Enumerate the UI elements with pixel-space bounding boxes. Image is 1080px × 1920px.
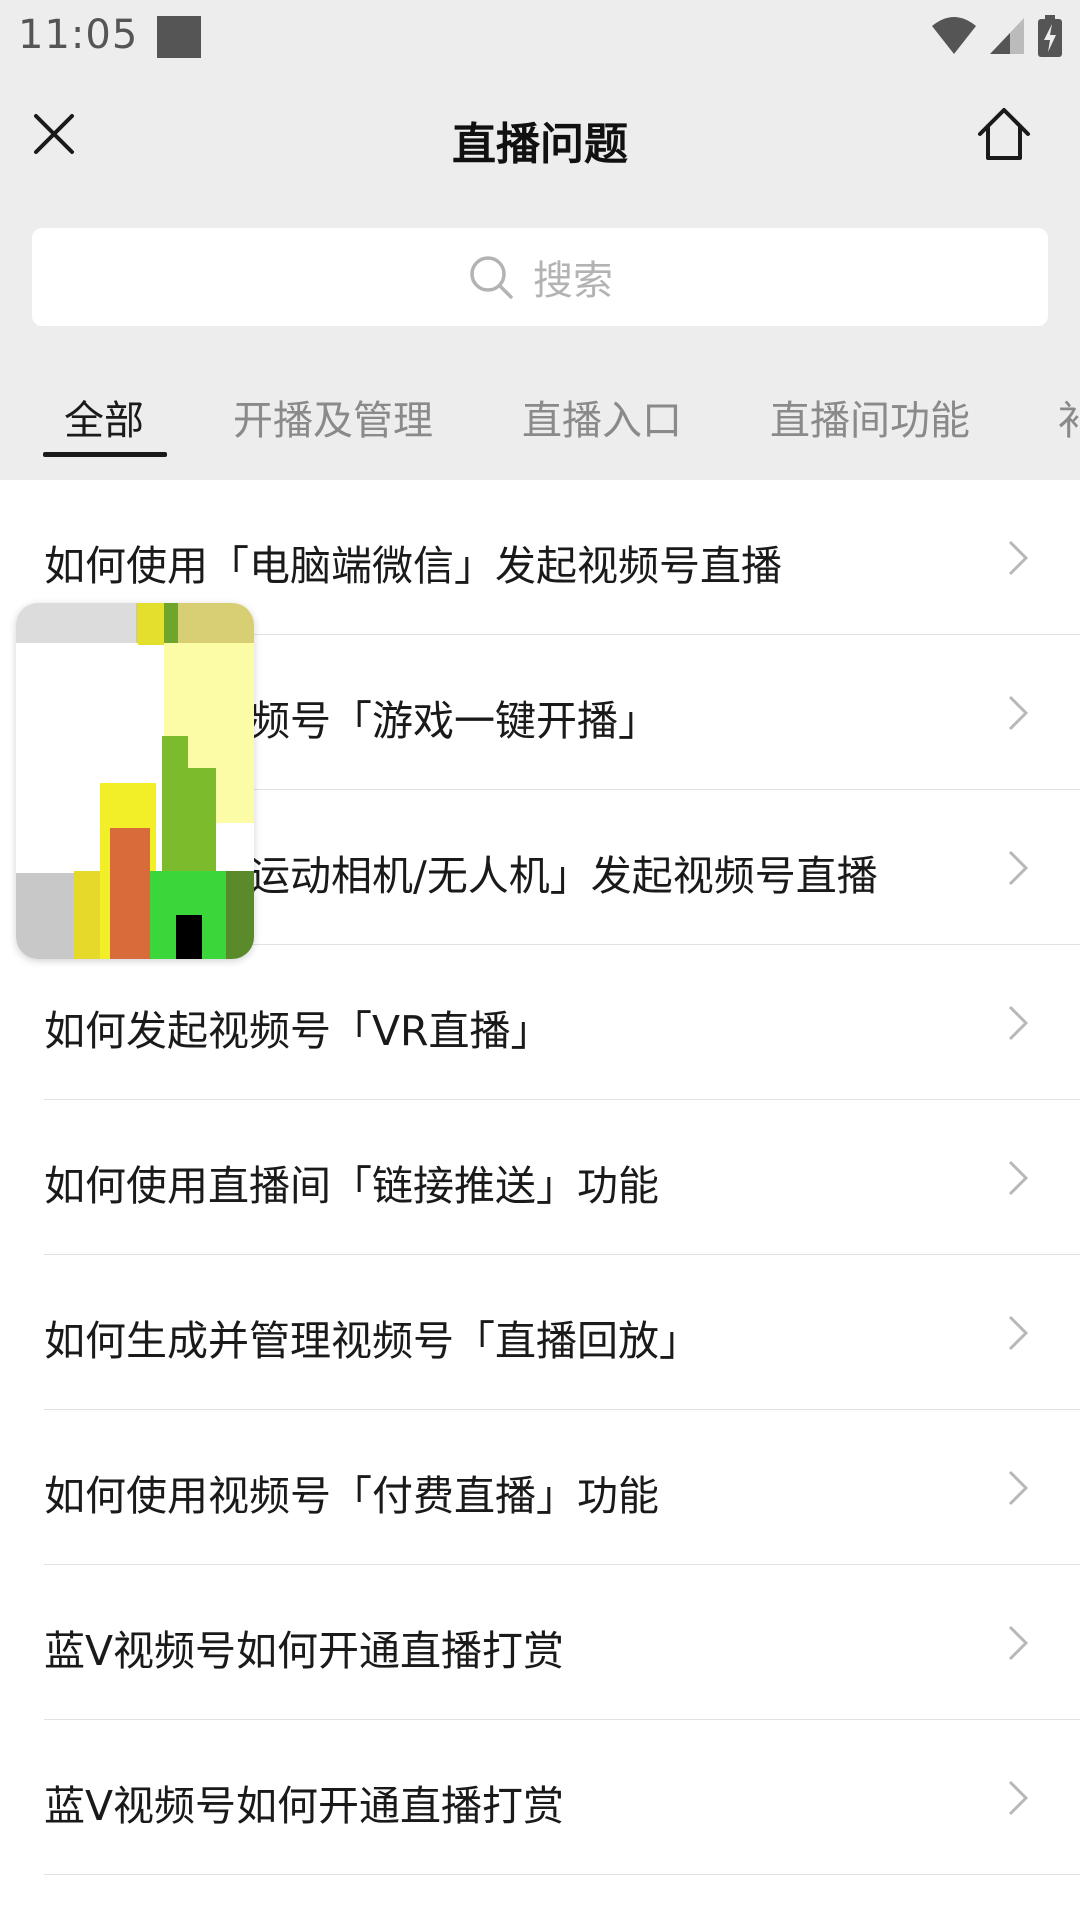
active-tab-indicator (43, 452, 167, 457)
nav-bar: 直播问题 (0, 78, 1080, 198)
search-input[interactable]: 搜索 (32, 228, 1048, 326)
list-item[interactable]: 蓝V视频号如何开通直播打赏 (0, 1720, 1080, 1875)
list-item-label: 蓝V视频号如何开通直播打赏 (44, 1782, 565, 1830)
search-placeholder: 搜索 (533, 258, 613, 304)
list-item[interactable]: 如何使用直播间「链接推送」功能 (0, 1100, 1080, 1255)
status-icons (932, 14, 1062, 58)
tab-all[interactable]: 全部 (64, 388, 144, 446)
cellular-signal-icon (990, 18, 1024, 54)
chevron-right-icon (1008, 695, 1029, 731)
list-item-label: 如何使用直播间「链接推送」功能 (44, 1162, 659, 1210)
battery-charging-icon (1038, 15, 1062, 57)
chevron-right-icon (1008, 1160, 1029, 1196)
video-thumbnail (16, 603, 254, 959)
chevron-right-icon (1008, 1470, 1029, 1506)
tab-live-room-features[interactable]: 直播间功能 (770, 388, 970, 446)
list-item-label: 如何使用「电脑端微信」发起视频号直播 (44, 542, 782, 590)
status-bar: 11:05 (0, 0, 1080, 78)
list-item[interactable]: 蓝V视频号如何开通直播打赏 (0, 1565, 1080, 1720)
chevron-right-icon (1008, 1780, 1029, 1816)
chevron-right-icon (1008, 1005, 1029, 1041)
home-icon (978, 108, 1030, 160)
list-item[interactable]: 如何使用视频号「付费直播」功能 (0, 1410, 1080, 1565)
page-title: 直播问题 (452, 119, 628, 170)
list-item-label: 蓝V视频号如何开通直播打赏 (44, 1627, 565, 1675)
category-tabs: 全部 开播及管理 直播入口 直播间功能 补 (0, 360, 1080, 460)
chevron-right-icon (1008, 540, 1029, 576)
list-item-label: 如何使用视频号「付费直播」功能 (44, 1472, 659, 1520)
floating-video-window[interactable] (16, 603, 254, 959)
home-button[interactable] (972, 102, 1036, 166)
list-item-label: 如何生成并管理视频号「直播回放」 (44, 1317, 700, 1365)
list-item[interactable]: 如何生成并管理视频号「直播回放」 (0, 1255, 1080, 1410)
wifi-icon (932, 17, 976, 54)
list-item[interactable]: 如何发起视频号「VR直播」 (0, 945, 1080, 1100)
divider (44, 1874, 1080, 1875)
status-time: 11:05 (18, 12, 139, 58)
search-icon (470, 256, 513, 299)
list-item-label: 如何发起视频号「VR直播」 (44, 1007, 552, 1055)
tab-live-entry[interactable]: 直播入口 (522, 388, 682, 446)
notification-icon (157, 16, 201, 58)
chevron-right-icon (1008, 1625, 1029, 1661)
chevron-right-icon (1008, 850, 1029, 886)
tab-start-and-manage[interactable]: 开播及管理 (233, 388, 433, 446)
chevron-right-icon (1008, 1315, 1029, 1351)
tab-partial[interactable]: 补 (1058, 388, 1080, 446)
